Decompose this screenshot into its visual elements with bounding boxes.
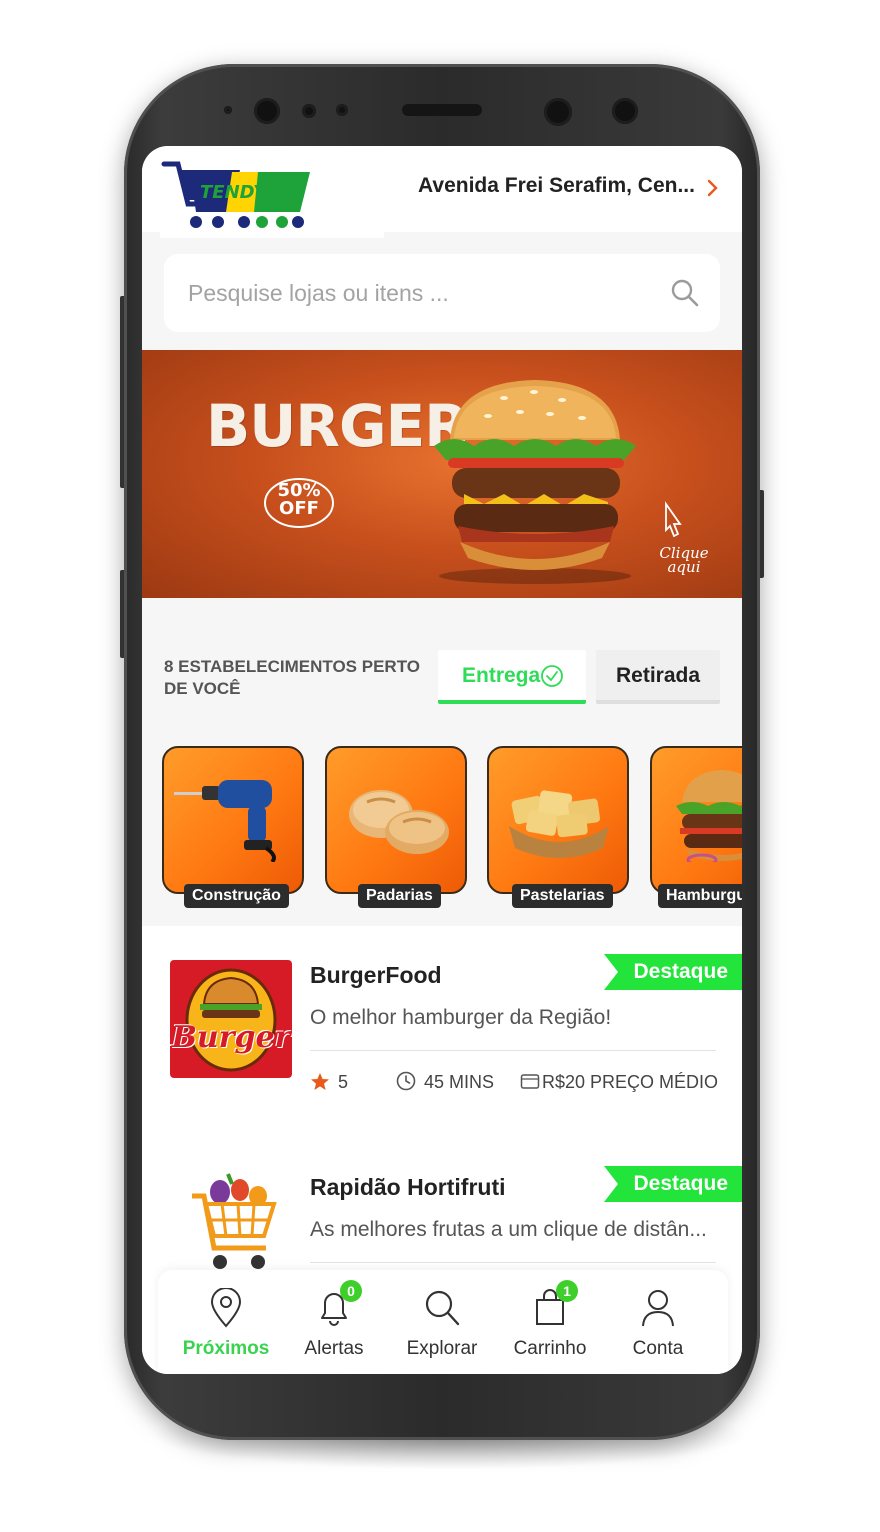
drill-icon [174,780,276,862]
nav-label: Conta [632,1338,684,1359]
divider [310,1050,716,1051]
cart-logo-icon: TENDYAAZ [161,161,310,228]
store-description: As melhores frutas a um clique de distân… [310,1218,707,1241]
burger-image-icon [434,380,636,584]
store-logo-text: Burger [171,1020,291,1055]
category-card-pastelarias[interactable] [487,746,629,894]
store-name: Rapidão Hortifruti [310,1174,506,1200]
store-average-price: R$20 PREÇO MÉDIO [542,1072,719,1092]
filter-bar: 8 ESTABELECIMENTOS PERTO DE VOCÊ Entrega… [142,630,742,726]
burger-icon [676,770,742,862]
front-camera-2 [544,98,572,126]
user-icon [642,1290,674,1327]
nav-item-explorar[interactable]: Explorar [392,1286,492,1370]
app-logo[interactable]: TENDYAAZ [160,154,384,238]
category-label: Padarias [358,884,441,908]
cta-line-2: aqui [667,558,701,576]
logo-text: TENDYAAZ [200,182,306,203]
discount-text: 50% OFF [262,482,336,518]
sensor-dot [612,98,638,124]
pastry-icon [509,790,609,858]
nav-label: Próximos [182,1338,270,1359]
nav-item-carrinho[interactable]: 1 Carrinho [500,1280,600,1370]
divider [310,1262,716,1263]
discount-off: OFF [279,498,319,519]
promo-banner[interactable]: BURGER 50% OFF Clique aqui [142,350,742,598]
notification-count-badge: 0 [340,1280,362,1302]
category-carousel[interactable]: Construção Padarias Pastelarias Hamburgu [142,726,742,926]
store-logo [170,1162,292,1280]
sensor-dot [302,104,316,118]
banner-cta[interactable]: Clique aqui [650,546,718,576]
nearby-count-label: 8 ESTABELECIMENTOS PERTO DE VOCÊ [164,657,420,698]
category-label: Pastelarias [512,884,613,908]
nav-label: Alertas [304,1338,364,1359]
tab-pickup[interactable]: Retirada [596,650,720,704]
search-icon [425,1290,460,1326]
tab-pickup-label: Retirada [615,664,701,687]
search-input[interactable] [188,276,648,310]
grocery-cart-icon [192,1173,277,1269]
check-circle-icon [541,665,563,687]
location-pin-icon [210,1288,242,1328]
nav-label: Carrinho [513,1338,587,1359]
wallet-icon [520,1074,540,1089]
clock-icon [396,1071,416,1091]
earpiece-speaker [402,104,482,116]
category-label: Hamburgu [658,884,742,908]
nav-item-proximos[interactable]: Próximos [176,1286,276,1370]
store-delivery-time: 45 MINS [424,1072,495,1092]
star-icon [311,1073,329,1090]
store-description: O melhor hamburger da Região! [310,1006,612,1029]
nav-label: Explorar [406,1338,478,1359]
nav-item-alertas[interactable]: 0 Alertas [284,1280,384,1370]
search-bar[interactable] [164,254,720,332]
category-card-padarias[interactable] [325,746,467,894]
bread-icon [349,790,449,854]
category-card-construcao[interactable] [162,746,304,894]
store-rating: 5 [338,1072,349,1092]
featured-badge: Destaque [604,954,742,990]
chevron-right-icon[interactable] [706,178,720,198]
delivery-address[interactable]: Avenida Frei Serafim, Cen... [418,174,708,198]
category-label: Construção [184,884,289,908]
store-logo: Burger [170,960,292,1078]
tab-delivery-label: Entrega [462,664,541,687]
nav-item-conta[interactable]: Conta [608,1286,708,1370]
burger-logo-icon [185,968,277,1072]
app-screen: TENDYAAZ Avenida Frei Serafim, Cen... BU… [142,146,742,1374]
store-name: BurgerFood [310,962,442,988]
tap-hand-icon [665,501,682,538]
sensor-dot [224,106,232,114]
search-icon[interactable] [670,278,700,308]
store-card-burgerfood[interactable]: Burger BurgerFood Destaque O melhor hamb… [142,926,742,1136]
tab-delivery[interactable]: Entrega [438,650,586,704]
front-camera [254,98,280,124]
sensor-dot [336,104,348,116]
cart-count-badge: 1 [556,1280,578,1302]
bottom-navigation: Próximos 0 Alertas Explorar 1 Carrinho C… [158,1270,728,1374]
category-card-hamburgueria[interactable] [650,746,742,894]
featured-badge: Destaque [604,1166,742,1202]
